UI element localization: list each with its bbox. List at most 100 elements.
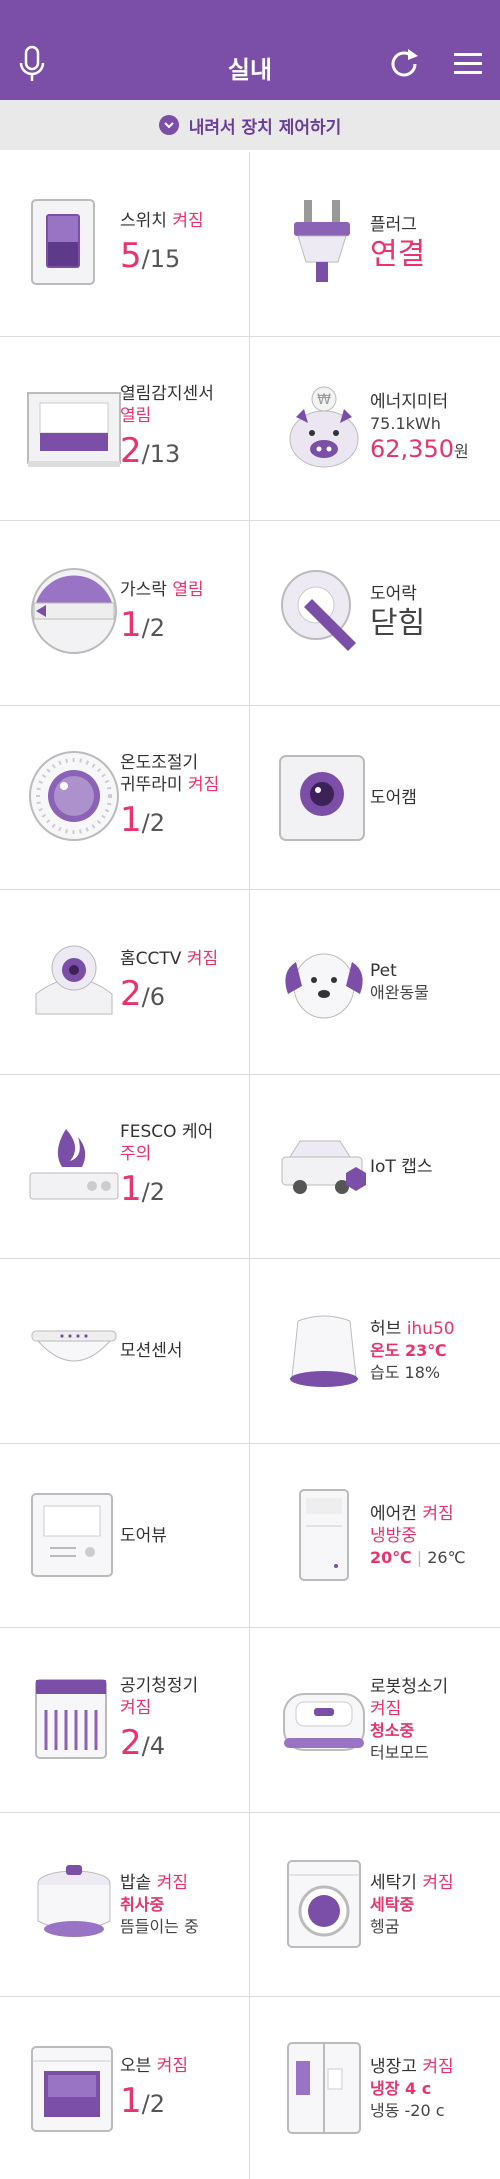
hub-model: ihu50 <box>406 1319 455 1339</box>
device-total: /2 <box>141 1178 165 1206</box>
device-row: FESCO 케어 주의 1/2 IoT 캡스 <box>0 1075 500 1259</box>
temp-separator: | <box>416 1547 423 1567</box>
device-total: /13 <box>141 440 181 468</box>
device-name: 세탁기 <box>370 1872 417 1893</box>
device-row: 홈CCTV 켜짐 2/6 Pet 애완동물 <box>0 890 500 1075</box>
device-status: 켜짐 <box>187 775 220 795</box>
plug-icon <box>294 200 350 282</box>
device-row: 모션센서 허브 ihu50 온도 23℃ 습도 18% <box>0 1259 500 1444</box>
thermostat-dial-icon <box>29 750 119 841</box>
pull-down-label: 내려서 장치 제어하기 <box>188 117 342 138</box>
refrigerator-icon <box>287 2042 361 2134</box>
chevron-down-icon <box>158 115 179 135</box>
device-tile-open-sensor[interactable]: 열림감지센서 열림 2/13 <box>0 337 250 521</box>
washer-sub: 헹굼 <box>370 1916 400 1936</box>
device-status: 주의 <box>120 1144 152 1164</box>
device-name: IoT 캡스 <box>370 1156 433 1177</box>
device-tile-iot-caps[interactable]: IoT 캡스 <box>250 1075 500 1259</box>
freezer-temp: 냉동 -20 c <box>370 2101 445 2120</box>
device-tile-pet[interactable]: Pet 애완동물 <box>250 890 500 1074</box>
fridge-temp: 냉장 4 c <box>370 2079 432 2098</box>
energy-amount: 62,350 <box>370 435 454 463</box>
device-tile-switch[interactable]: 스위치 켜짐 5/15 <box>0 152 250 336</box>
device-total: /2 <box>141 2089 165 2118</box>
device-row: 공기청정기 켜짐 2/4 로봇청소기 켜짐 청소중 터보모드 <box>0 1628 500 1813</box>
device-total: /2 <box>141 809 165 837</box>
device-tile-energy[interactable]: ₩ 에너지미터 75.1kWh 62,350원 <box>250 337 500 521</box>
pull-down-bar[interactable]: 내려서 장치 제어하기 <box>0 100 500 150</box>
device-row: 스위치 켜짐 5/15 플러그 연결 <box>0 152 500 337</box>
device-tile-hub[interactable]: 허브 ihu50 온도 23℃ 습도 18% <box>250 1259 500 1443</box>
rice-cooker-icon <box>37 1864 111 1937</box>
device-sub: 애완동물 <box>370 983 429 1002</box>
menu-icon[interactable] <box>450 48 486 80</box>
device-total: /4 <box>141 1731 165 1760</box>
device-count: 2 <box>120 431 142 471</box>
device-status: 켜짐 <box>172 210 204 231</box>
device-status: 열림 <box>172 579 204 600</box>
device-row: 가스락 열림 1/2 도어락 닫힘 <box>0 521 500 706</box>
cooker-sub: 뜸들이는 중 <box>120 1916 199 1936</box>
device-row: 열림감지센서 열림 2/13 ₩ 에너지미터 75.1kWh 62,350원 <box>0 337 500 521</box>
device-name: 에너지미터 <box>370 392 449 412</box>
device-tile-air-purifier[interactable]: 공기청정기 켜짐 2/4 <box>0 1628 250 1812</box>
device-count: 1 <box>120 604 142 645</box>
device-name: 도어캠 <box>370 787 417 808</box>
hub-icon <box>290 1315 358 1387</box>
device-name: 열림감지센서 <box>120 384 214 404</box>
security-car-icon <box>281 1140 366 1194</box>
air-conditioner-icon <box>299 1488 349 1581</box>
device-count: 2 <box>120 1722 142 1763</box>
device-tile-aircon[interactable]: 에어컨 켜짐 냉방중 20℃ | 26℃ <box>250 1444 500 1628</box>
washer-mode: 세탁중 <box>370 1894 415 1914</box>
device-tile-robot-vacuum[interactable]: 로봇청소기 켜짐 청소중 터보모드 <box>250 1628 500 1812</box>
device-tile-door-cam[interactable]: 도어캠 <box>250 706 500 890</box>
device-tile-fridge[interactable]: 냉장고 켜짐 냉장 4 c 냉동 -20 c <box>250 1997 500 2179</box>
device-total: /6 <box>141 982 165 1011</box>
stove-fire-icon <box>29 1128 119 1199</box>
device-tile-fesco[interactable]: FESCO 케어 주의 1/2 <box>0 1075 250 1259</box>
device-name: 플러그 <box>370 215 417 235</box>
device-tile-gas-lock[interactable]: 가스락 열림 1/2 <box>0 521 250 705</box>
device-tile-cctv[interactable]: 홈CCTV 켜짐 2/6 <box>0 890 250 1074</box>
device-tile-rice-cooker[interactable]: 밥솥 켜짐 취사중 뜸들이는 중 <box>0 1813 250 1997</box>
device-status: 켜짐 <box>120 1697 152 1718</box>
device-name: 도어뷰 <box>120 1525 167 1546</box>
device-tile-thermostat[interactable]: 온도조절기 귀뚜라미 켜짐 1/2 <box>0 706 250 890</box>
cooker-mode: 취사중 <box>120 1894 165 1914</box>
device-name: 오븐 <box>120 2055 152 2076</box>
device-status: 켜짐 <box>422 1872 454 1893</box>
device-name: 스위치 <box>120 210 167 231</box>
device-status: 연결 <box>370 237 426 272</box>
device-count: 1 <box>120 2080 142 2121</box>
device-status: 켜짐 <box>186 948 219 969</box>
refresh-icon[interactable] <box>386 46 422 82</box>
device-status: 켜짐 <box>422 2057 454 2077</box>
device-tile-door-lock[interactable]: 도어락 닫힘 <box>250 521 500 705</box>
device-name: Pet <box>370 961 397 981</box>
dog-icon <box>285 953 363 1019</box>
device-tile-oven[interactable]: 오븐 켜짐 1/2 <box>0 1997 250 2179</box>
device-tile-door-view[interactable]: 도어뷰 <box>0 1444 250 1628</box>
device-name: 온도조절기 <box>120 753 199 773</box>
device-count: 1 <box>120 800 142 840</box>
device-row: 온도조절기 귀뚜라미 켜짐 1/2 도어캠 <box>0 706 500 890</box>
device-name: 허브 <box>370 1319 402 1339</box>
device-tile-washer[interactable]: 세탁기 켜짐 세탁중 헹굼 <box>250 1813 500 1997</box>
device-status: 켜짐 <box>156 1872 188 1893</box>
oven-icon <box>31 2046 113 2132</box>
device-name: 냉장고 <box>370 2057 417 2077</box>
device-row: 밥솥 켜짐 취사중 뜸들이는 중 세탁기 켜짐 세탁중 헹굼 <box>0 1813 500 1997</box>
energy-kwh: 75.1kWh <box>370 414 441 433</box>
washing-machine-icon <box>287 1859 361 1948</box>
door-lock-icon <box>281 570 356 651</box>
device-status: 켜짐 <box>156 2055 188 2076</box>
device-name: FESCO 케어 <box>120 1122 214 1142</box>
device-tile-plug[interactable]: 플러그 연결 <box>250 152 500 336</box>
device-tile-motion[interactable]: 모션센서 <box>0 1259 250 1443</box>
device-status: 열림 <box>120 406 152 426</box>
device-name: 모션센서 <box>120 1341 183 1361</box>
device-status: 켜짐 <box>422 1503 454 1524</box>
piggy-bank-icon: ₩ <box>289 386 359 467</box>
cctv-camera-icon <box>35 945 113 1015</box>
